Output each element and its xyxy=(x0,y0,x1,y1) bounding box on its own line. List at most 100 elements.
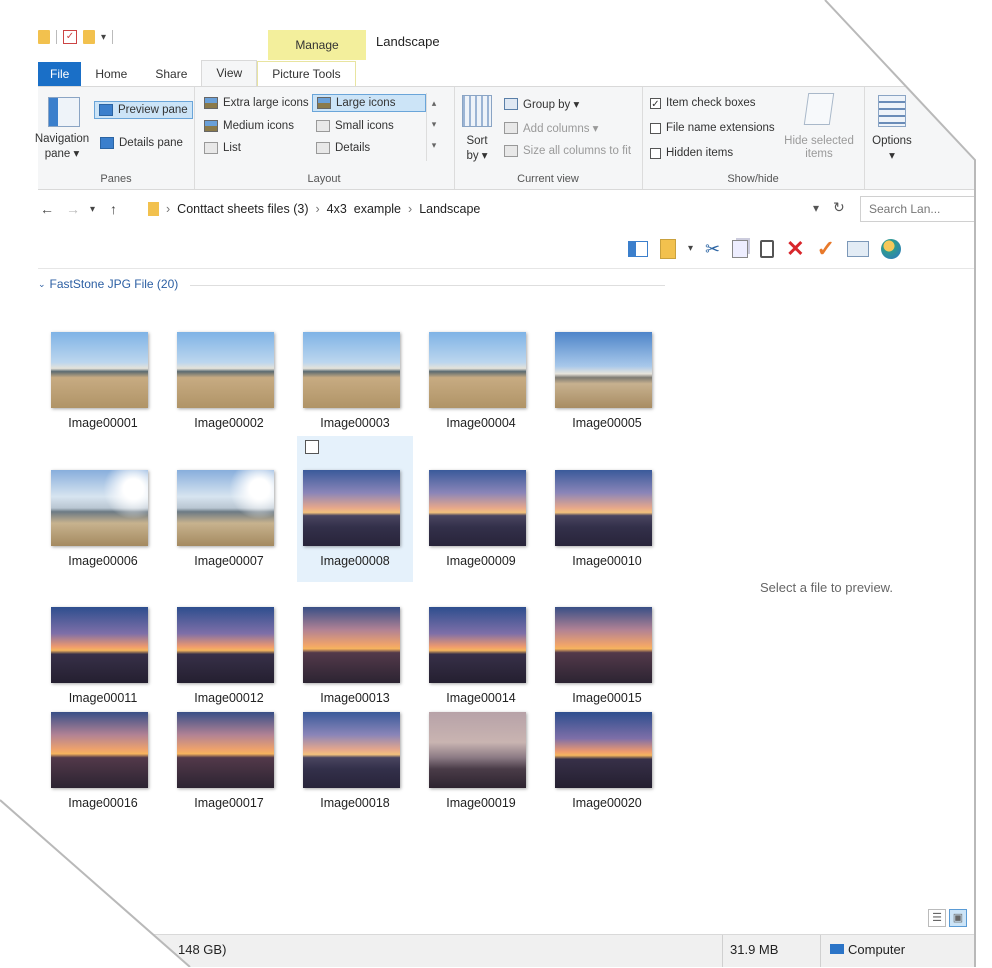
file-name-extensions-checkbox[interactable] xyxy=(650,122,661,134)
chevron-down-icon[interactable]: ⌄ xyxy=(38,279,46,290)
details-pane-button[interactable]: Details pane xyxy=(100,137,183,149)
tab-file[interactable]: File xyxy=(38,62,82,86)
item-check-boxes-checkbox[interactable]: ✓ xyxy=(650,97,661,110)
list-option[interactable]: List xyxy=(204,142,241,154)
file-name-label: Image00017 xyxy=(194,796,264,810)
navigation-pane-icon[interactable] xyxy=(48,97,80,127)
back-arrow-icon[interactable]: ← xyxy=(40,201,54,217)
breadcrumb: › Conttact sheets files (3) › 4x3 exampl… xyxy=(148,198,878,220)
properties-icon[interactable] xyxy=(660,239,676,259)
sort-by-button[interactable]: Sort by ▾ xyxy=(460,135,494,162)
copy-icon[interactable] xyxy=(732,240,749,258)
properties-icon[interactable]: ✓ xyxy=(63,30,77,44)
file-group-header[interactable]: ⌄ FastStone JPG File (20) xyxy=(38,277,178,291)
status-size: 31.9 MB xyxy=(730,942,779,957)
navigation-pane-label-2: pane ▾ xyxy=(44,148,80,160)
large-icons-option[interactable]: Large icons xyxy=(312,94,426,112)
file-item[interactable]: Image00017 xyxy=(171,692,287,824)
file-item[interactable]: Image00009 xyxy=(423,450,539,582)
tab-picture-tools[interactable]: Picture Tools xyxy=(257,61,356,86)
file-item[interactable]: Image00008 xyxy=(297,436,413,582)
file-item[interactable]: Image00005 xyxy=(549,312,665,444)
preview-pane-toggle-icon[interactable] xyxy=(628,241,648,257)
refresh-icon[interactable]: ↻ xyxy=(833,199,845,216)
file-name-label: Image00007 xyxy=(194,554,264,568)
thumbnail-image xyxy=(177,607,274,683)
chevron-right-icon[interactable]: › xyxy=(408,202,412,216)
size-all-columns-button[interactable]: Size all columns to fit xyxy=(504,145,631,157)
tab-share[interactable]: Share xyxy=(141,62,201,86)
recent-locations-icon[interactable]: ▾ xyxy=(90,204,95,215)
chevron-right-icon[interactable]: › xyxy=(315,202,319,216)
file-name-label: Image00002 xyxy=(194,416,264,430)
layout-scroll[interactable]: ▴ ▾ ▾ xyxy=(426,93,441,161)
status-location-label: Computer xyxy=(848,942,906,957)
hide-selected-label-2: items xyxy=(805,148,833,160)
small-icons-option[interactable]: Small icons xyxy=(316,120,394,132)
item-check-boxes-toggle[interactable]: ✓ Item check boxes xyxy=(650,97,756,110)
file-name-label: Image00008 xyxy=(320,554,390,568)
divider xyxy=(38,268,975,269)
hidden-items-toggle[interactable]: Hidden items xyxy=(650,147,733,159)
crumb-4x3-example[interactable]: 4x3 example xyxy=(327,202,401,216)
file-name-extensions-toggle[interactable]: File name extensions xyxy=(650,122,775,134)
folder-icon[interactable] xyxy=(38,30,50,44)
item-check-boxes-label: Item check boxes xyxy=(666,97,756,109)
item-checkbox[interactable] xyxy=(305,440,319,454)
navigation-pane-button[interactable]: Navigation pane ▾ xyxy=(32,133,92,160)
file-item[interactable]: Image00016 xyxy=(45,692,161,824)
file-item[interactable]: Image00010 xyxy=(549,450,665,582)
options-icon[interactable] xyxy=(878,95,906,127)
file-item[interactable]: Image00003 xyxy=(297,312,413,444)
list-icon xyxy=(204,142,218,154)
forward-arrow-icon[interactable]: → xyxy=(66,201,80,217)
new-folder-icon[interactable] xyxy=(83,30,95,44)
crumb-contact-sheets[interactable]: Conttact sheets files (3) xyxy=(177,202,308,216)
paste-icon[interactable] xyxy=(760,240,775,258)
file-item[interactable]: Image00018 xyxy=(297,692,413,824)
tab-home[interactable]: Home xyxy=(81,62,141,86)
group-by-button[interactable]: Group by ▾ xyxy=(504,97,579,111)
file-item[interactable]: Image00007 xyxy=(171,450,287,582)
file-item[interactable]: Image00020 xyxy=(549,692,665,824)
search-input[interactable]: Search Lan... ⚲ xyxy=(860,196,975,222)
hide-selected-icon[interactable] xyxy=(803,93,835,125)
details-view-icon[interactable]: ☰ xyxy=(928,909,946,927)
customize-qat-icon[interactable]: ▾ xyxy=(101,32,106,43)
extra-large-icons-option[interactable]: Extra large icons xyxy=(204,97,309,109)
preview-pane-button[interactable]: Preview pane xyxy=(94,101,193,119)
large-icons-icon xyxy=(317,97,331,109)
up-arrow-icon[interactable]: ↑ xyxy=(110,201,117,217)
details-option[interactable]: Details xyxy=(316,142,370,154)
chevron-right-icon[interactable]: › xyxy=(166,202,170,216)
dropdown-icon[interactable]: ▾ xyxy=(688,238,693,260)
add-columns-button[interactable]: Add columns ▾ xyxy=(504,121,598,135)
tab-view[interactable]: View xyxy=(201,60,258,86)
thumbnail-image xyxy=(177,712,274,788)
tab-manage[interactable]: Manage xyxy=(268,30,366,60)
file-name-label: Image00003 xyxy=(320,416,390,430)
medium-icons-option[interactable]: Medium icons xyxy=(204,120,294,132)
crumb-landscape[interactable]: Landscape xyxy=(419,202,480,216)
cut-icon[interactable]: ✂ xyxy=(705,238,720,260)
options-group: Options ▾ xyxy=(864,87,924,189)
file-name-label: Image00005 xyxy=(572,416,642,430)
hide-selected-button[interactable]: Hide selected items xyxy=(782,135,856,160)
share-globe-icon[interactable] xyxy=(881,239,901,259)
delete-icon[interactable]: ✕ xyxy=(786,238,804,260)
rename-check-icon[interactable]: ✓ xyxy=(817,238,835,260)
file-item[interactable]: Image00004 xyxy=(423,312,539,444)
large-icons-view-icon[interactable]: ▣ xyxy=(949,909,967,927)
small-icons-label: Small icons xyxy=(335,120,394,132)
sort-by-icon[interactable] xyxy=(462,95,492,127)
options-button[interactable]: Options ▾ xyxy=(868,135,916,162)
file-item[interactable]: Image00001 xyxy=(45,312,161,444)
file-item[interactable]: Image00002 xyxy=(171,312,287,444)
file-item[interactable]: Image00006 xyxy=(45,450,161,582)
address-dropdown-icon[interactable]: ▾ xyxy=(813,201,819,215)
email-icon[interactable] xyxy=(847,241,869,257)
file-item[interactable]: Image00019 xyxy=(423,692,539,824)
hidden-items-checkbox[interactable] xyxy=(650,147,661,159)
large-icons-label: Large icons xyxy=(336,97,396,109)
thumbnail-image xyxy=(51,470,148,546)
